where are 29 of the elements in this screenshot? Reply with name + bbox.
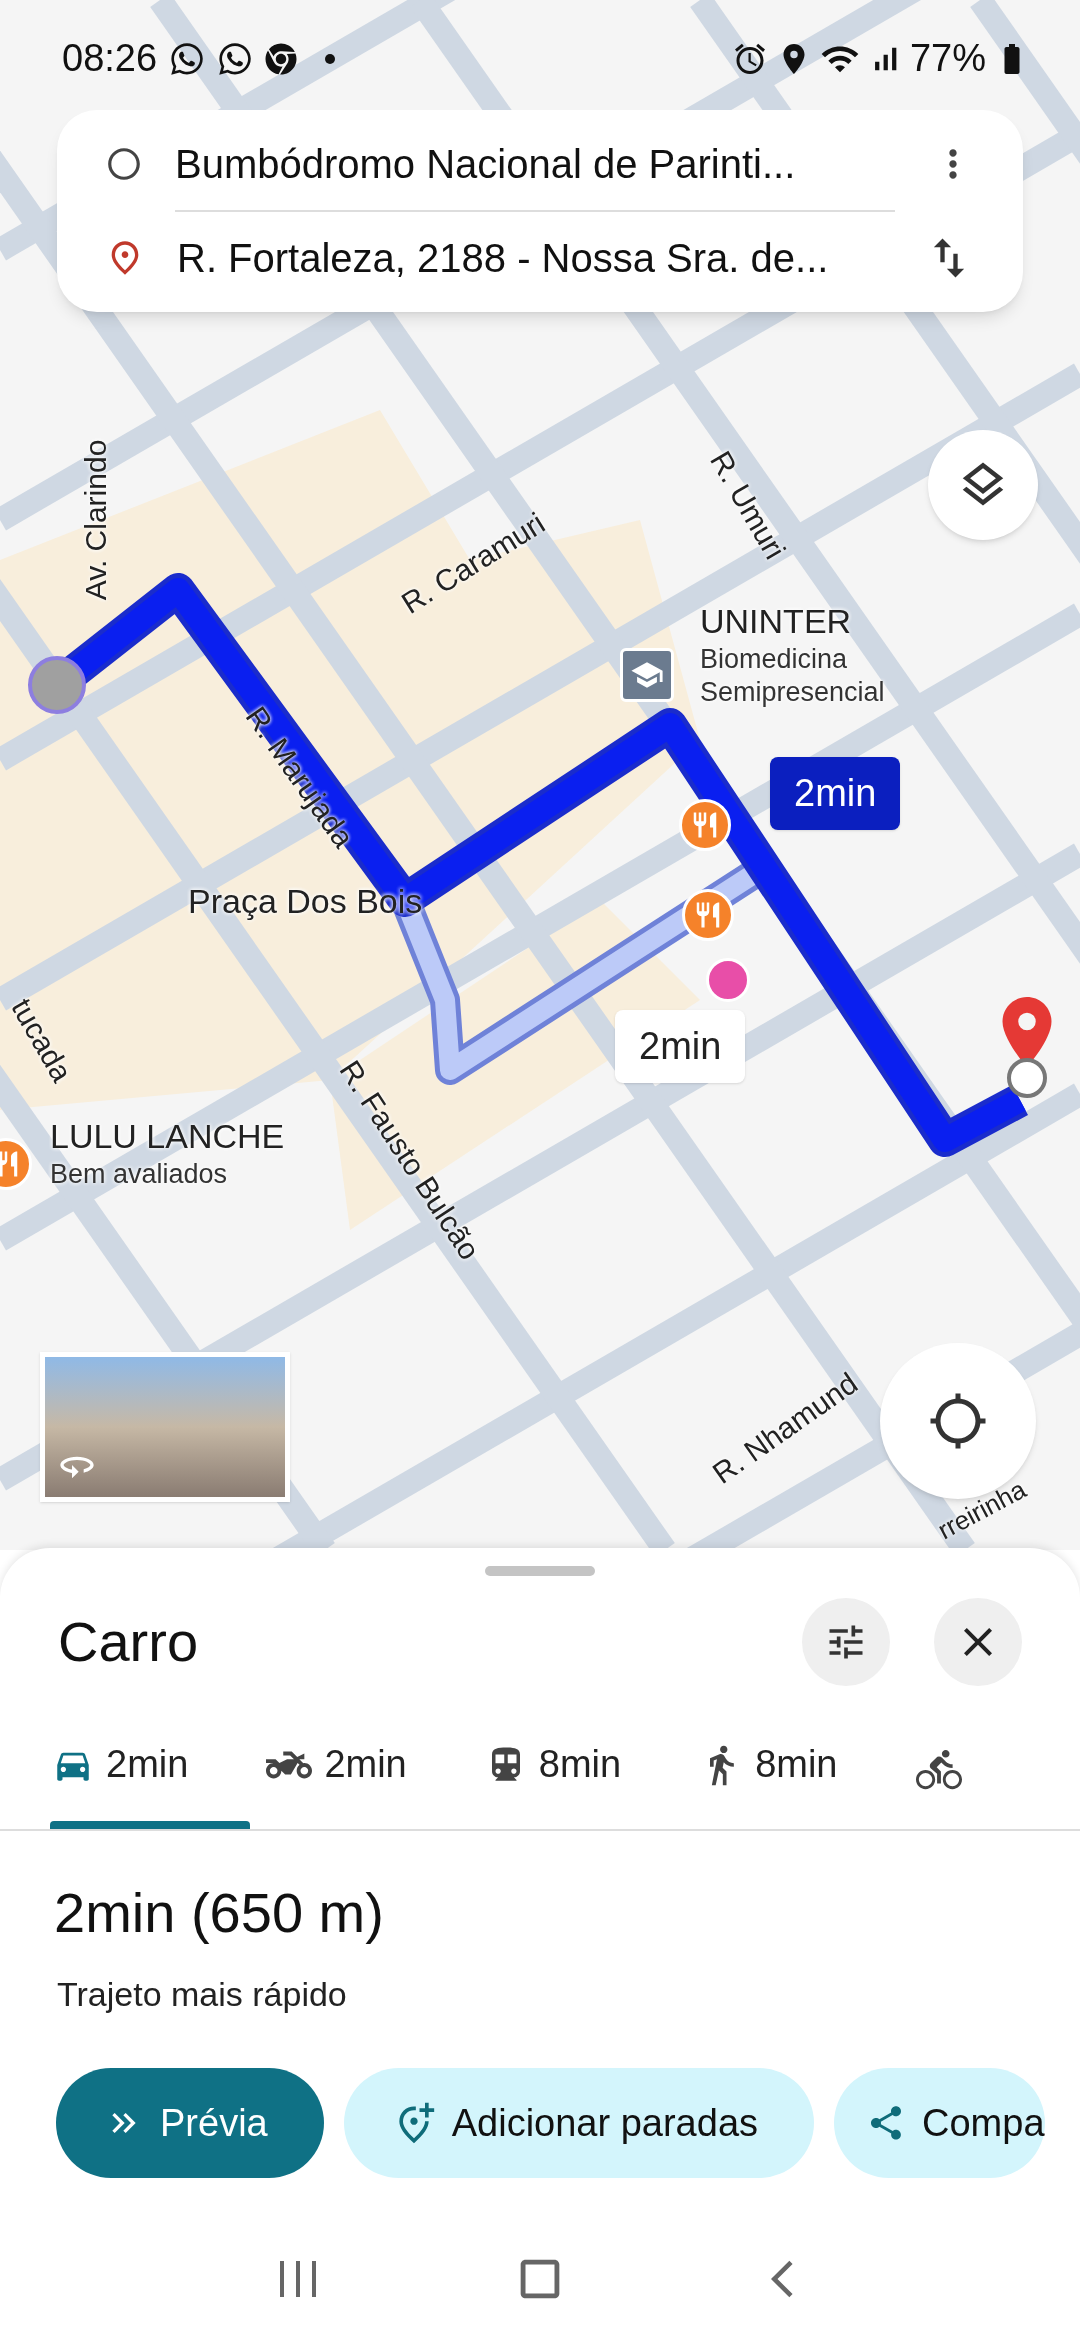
status-time: 08:26: [62, 36, 158, 81]
travel-mode-tab[interactable]: 2min: [50, 1736, 251, 1829]
place-detail: Biomedicina: [700, 642, 849, 676]
crosshair-icon: [928, 1391, 988, 1451]
action-button[interactable]: Adicionar paradas: [343, 2068, 815, 2178]
travel-mode-tab[interactable]: 8min: [482, 1736, 684, 1829]
battery-percent: 77%: [909, 36, 986, 81]
browser-icon: [265, 42, 298, 75]
drag-handle[interactable]: [485, 1566, 595, 1576]
whatsapp-icon: [217, 40, 254, 77]
route-time-label[interactable]: 2min: [770, 757, 901, 830]
place-detail: Bem avaliados: [50, 1157, 229, 1191]
travel-mode-tab[interactable]: 8min: [697, 1736, 900, 1829]
street-view-thumbnail[interactable]: [40, 1352, 290, 1502]
place-name[interactable]: LULU LANCHE: [50, 1115, 285, 1158]
route-note: Trajeto mais rápido: [57, 1974, 348, 2015]
route-time-label[interactable]: 2min: [615, 1010, 746, 1083]
destination-field[interactable]: R. Fortaleza, 2188 - Nossa Sra. de...: [177, 228, 891, 288]
route-summary: 2min (650 m): [54, 1880, 385, 1946]
whatsapp-icon: [169, 40, 206, 77]
origin-field[interactable]: Bumbódromo Nacional de Parinti...: [175, 134, 899, 194]
place-name[interactable]: UNINTER: [700, 600, 885, 643]
action-button[interactable]: Compa: [834, 2068, 1045, 2178]
travel-mode-tab[interactable]: 2min: [264, 1736, 469, 1829]
street-label: Av. Clarindo: [77, 439, 113, 601]
sheet-title: Carro: [58, 1609, 200, 1675]
school-icon[interactable]: [620, 648, 674, 702]
place-detail: Semipresencial: [700, 676, 885, 710]
action-button[interactable]: Prévia: [56, 2068, 324, 2178]
